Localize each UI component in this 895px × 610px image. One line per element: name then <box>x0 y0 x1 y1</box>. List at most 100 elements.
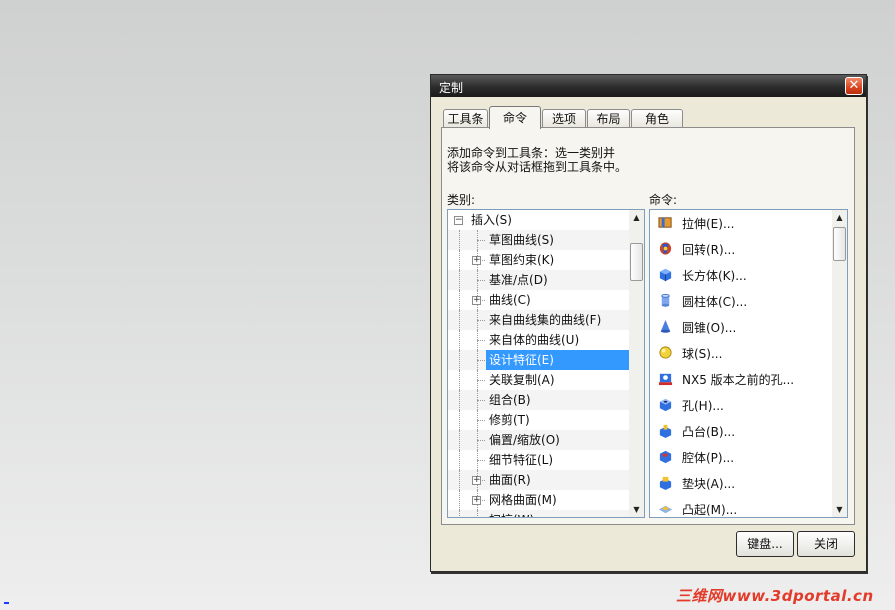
expand-icon[interactable]: + <box>472 256 481 265</box>
tree-connector <box>459 270 460 290</box>
command-item[interactable]: 孔(H)... <box>650 392 832 418</box>
category-item[interactable]: 基准/点(D) <box>448 270 629 290</box>
tab-layout[interactable]: 布局 <box>587 109 630 128</box>
tree-connector <box>459 250 460 270</box>
category-item[interactable]: 修剪(T) <box>448 410 629 430</box>
category-label: 偏置/缩放(O) <box>489 433 560 447</box>
category-item[interactable]: + 草图约束(K) <box>448 250 629 270</box>
scroll-up-icon[interactable]: ▲ <box>832 210 847 225</box>
category-item[interactable]: 细节特征(L) <box>448 450 629 470</box>
command-label: 腔体(P)... <box>682 451 735 465</box>
tree-connector <box>477 420 485 421</box>
commands-scrollbar[interactable]: ▲ ▼ <box>832 210 847 517</box>
category-label: 来自曲线集的曲线(F) <box>489 313 602 327</box>
tree-connector <box>477 510 478 517</box>
category-item[interactable]: 关联复制(A) <box>448 370 629 390</box>
tab-toolbars[interactable]: 工具条 <box>443 109 488 128</box>
category-label: 扫掠(W) <box>486 510 537 517</box>
category-item[interactable]: 设计特征(E) <box>448 350 629 370</box>
tree-connector <box>477 360 485 361</box>
categories-label: 类别: <box>447 193 476 207</box>
command-item[interactable]: 腔体(P)... <box>650 444 832 470</box>
tree-connector <box>459 390 460 410</box>
close-icon[interactable]: ✕ <box>845 77 863 95</box>
boss-icon <box>659 424 672 438</box>
instruction-line: 添加命令到工具条：选一类别并 <box>447 146 616 160</box>
command-item[interactable]: 垫块(A)... <box>650 470 832 496</box>
category-item[interactable]: − 插入(S) <box>448 210 629 230</box>
tab-roles[interactable]: 角色 <box>631 109 683 128</box>
category-label: 插入(S) <box>471 213 512 227</box>
category-item[interactable]: 偏置/缩放(O) <box>448 430 629 450</box>
extrude-icon <box>658 217 672 228</box>
command-item[interactable]: 拉伸(E)... <box>650 210 832 236</box>
tree-connector <box>477 320 485 321</box>
categories-scrollbar[interactable]: ▲ ▼ <box>629 210 644 517</box>
tab-commands[interactable]: 命令 <box>489 106 541 129</box>
command-label: 球(S)... <box>682 347 723 361</box>
category-label: 基准/点(D) <box>489 273 548 287</box>
command-item[interactable]: 圆柱体(C)... <box>650 288 832 314</box>
pocket-icon <box>659 450 672 464</box>
category-item[interactable]: 草图曲线(S) <box>448 230 629 250</box>
keyboard-button[interactable]: 键盘... <box>736 531 794 557</box>
dialog-title: 定制 <box>439 81 464 95</box>
customize-dialog: 定制 ✕ 工具条 命令 选项 布局 角色 添加命令到工具条：选一类别并 将该命令… <box>430 74 867 572</box>
tree-connector <box>459 370 460 390</box>
command-item[interactable]: 圆锥(O)... <box>650 314 832 340</box>
watermark-text: 三维网www.3dportal.cn <box>676 587 874 605</box>
category-item[interactable]: + 网格曲面(M) <box>448 490 629 510</box>
category-item[interactable]: 来自曲线集的曲线(F) <box>448 310 629 330</box>
command-item[interactable]: 凸台(B)... <box>650 418 832 444</box>
commands-list[interactable]: 拉伸(E)... 回转(R)... 长方体(K)... 圆柱体(C)... 圆锥(O).… <box>649 209 848 518</box>
scroll-down-icon[interactable]: ▼ <box>832 502 847 517</box>
command-label: 垫块(A)... <box>682 477 736 491</box>
tab-options[interactable]: 选项 <box>542 109 586 128</box>
scroll-down-icon[interactable]: ▼ <box>629 502 644 517</box>
scroll-up-icon[interactable]: ▲ <box>629 210 644 225</box>
category-label: 草图曲线(S) <box>489 233 554 247</box>
collapse-icon[interactable]: − <box>454 216 463 225</box>
expand-icon[interactable]: + <box>472 296 481 305</box>
block-icon <box>659 268 672 282</box>
tree-connector <box>459 350 460 370</box>
tree-connector <box>459 330 460 350</box>
tree-connector <box>459 510 460 517</box>
command-item[interactable]: 回转(R)... <box>650 236 832 262</box>
dialog-titlebar[interactable]: 定制 ✕ <box>431 75 866 97</box>
command-item[interactable]: 凸起(M)... <box>650 496 832 517</box>
corner-mark <box>4 602 9 604</box>
category-label: 来自体的曲线(U) <box>489 333 580 347</box>
command-label: 凸台(B)... <box>682 425 736 439</box>
tree-connector <box>477 380 485 381</box>
sphere-icon <box>659 346 672 359</box>
expand-icon[interactable]: + <box>472 476 481 485</box>
categories-tree[interactable]: − 插入(S) 草图曲线(S) + 草图约束(K) 基准/点(D) + 曲线(C) 来自曲线集的… <box>447 209 645 518</box>
command-label: 长方体(K)... <box>682 269 747 283</box>
category-item[interactable]: 扫掠(W) <box>448 510 629 517</box>
tree-connector <box>459 290 460 310</box>
command-item[interactable]: 长方体(K)... <box>650 262 832 288</box>
revolve-icon <box>659 242 672 255</box>
tree-connector <box>477 240 485 241</box>
scroll-thumb[interactable] <box>833 227 846 261</box>
category-item[interactable]: 来自体的曲线(U) <box>448 330 629 350</box>
category-item[interactable]: + 曲线(C) <box>448 290 629 310</box>
legacy-hole-icon <box>658 373 673 386</box>
category-item[interactable]: 组合(B) <box>448 390 629 410</box>
tree-connector <box>459 490 460 510</box>
close-button[interactable]: 关闭 <box>797 531 855 557</box>
tree-connector <box>459 470 460 490</box>
hole-icon <box>659 398 672 412</box>
tree-connector <box>477 440 485 441</box>
cone-icon <box>660 319 671 333</box>
category-item[interactable]: + 曲面(R) <box>448 470 629 490</box>
command-label: NX5 版本之前的孔... <box>682 373 795 387</box>
command-item[interactable]: 球(S)... <box>650 340 832 366</box>
command-item[interactable]: NX5 版本之前的孔... <box>650 366 832 392</box>
tree-connector <box>477 280 485 281</box>
scroll-thumb[interactable] <box>630 243 643 281</box>
category-label: 修剪(T) <box>489 413 530 427</box>
expand-icon[interactable]: + <box>472 496 481 505</box>
category-label: 细节特征(L) <box>489 453 554 467</box>
